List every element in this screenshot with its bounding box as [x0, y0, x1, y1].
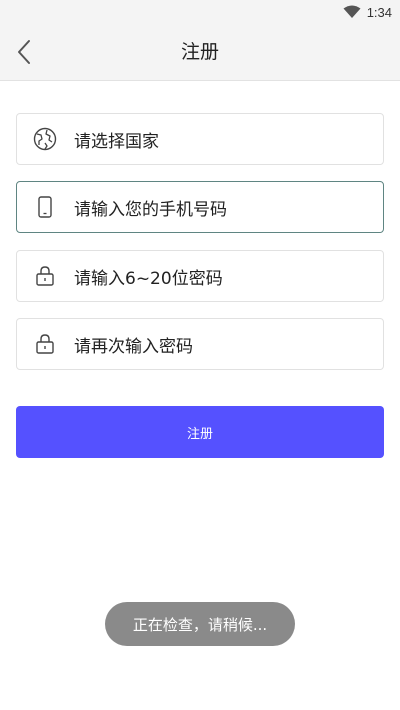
country-select[interactable]: 请选择国家	[16, 113, 384, 165]
phone-icon	[32, 194, 58, 220]
lock-icon	[32, 331, 58, 357]
status-time: 1:34	[366, 4, 392, 20]
page-title: 注册	[180, 41, 219, 63]
phone-input-placeholder: 请输入您的手机号码	[74, 199, 227, 220]
status-bar: 1:34	[0, 0, 400, 24]
lock-icon	[32, 263, 58, 289]
country-select-placeholder: 请选择国家	[74, 131, 159, 152]
confirm-password-input-placeholder: 请再次输入密码	[74, 336, 193, 357]
phone-input[interactable]: 请输入您的手机号码	[16, 181, 384, 233]
back-button[interactable]	[8, 36, 40, 68]
toast-message: 正在检查，请稍候...	[105, 602, 295, 646]
password-input-placeholder: 请输入6~20位密码	[74, 268, 223, 289]
wifi-icon	[343, 5, 361, 18]
register-button[interactable]: 注册	[16, 406, 384, 458]
globe-icon	[32, 126, 58, 152]
password-input[interactable]: 请输入6~20位密码	[16, 250, 384, 302]
chevron-left-icon	[18, 40, 30, 64]
app-bar: 注册	[0, 24, 400, 81]
confirm-password-input[interactable]: 请再次输入密码	[16, 318, 384, 370]
